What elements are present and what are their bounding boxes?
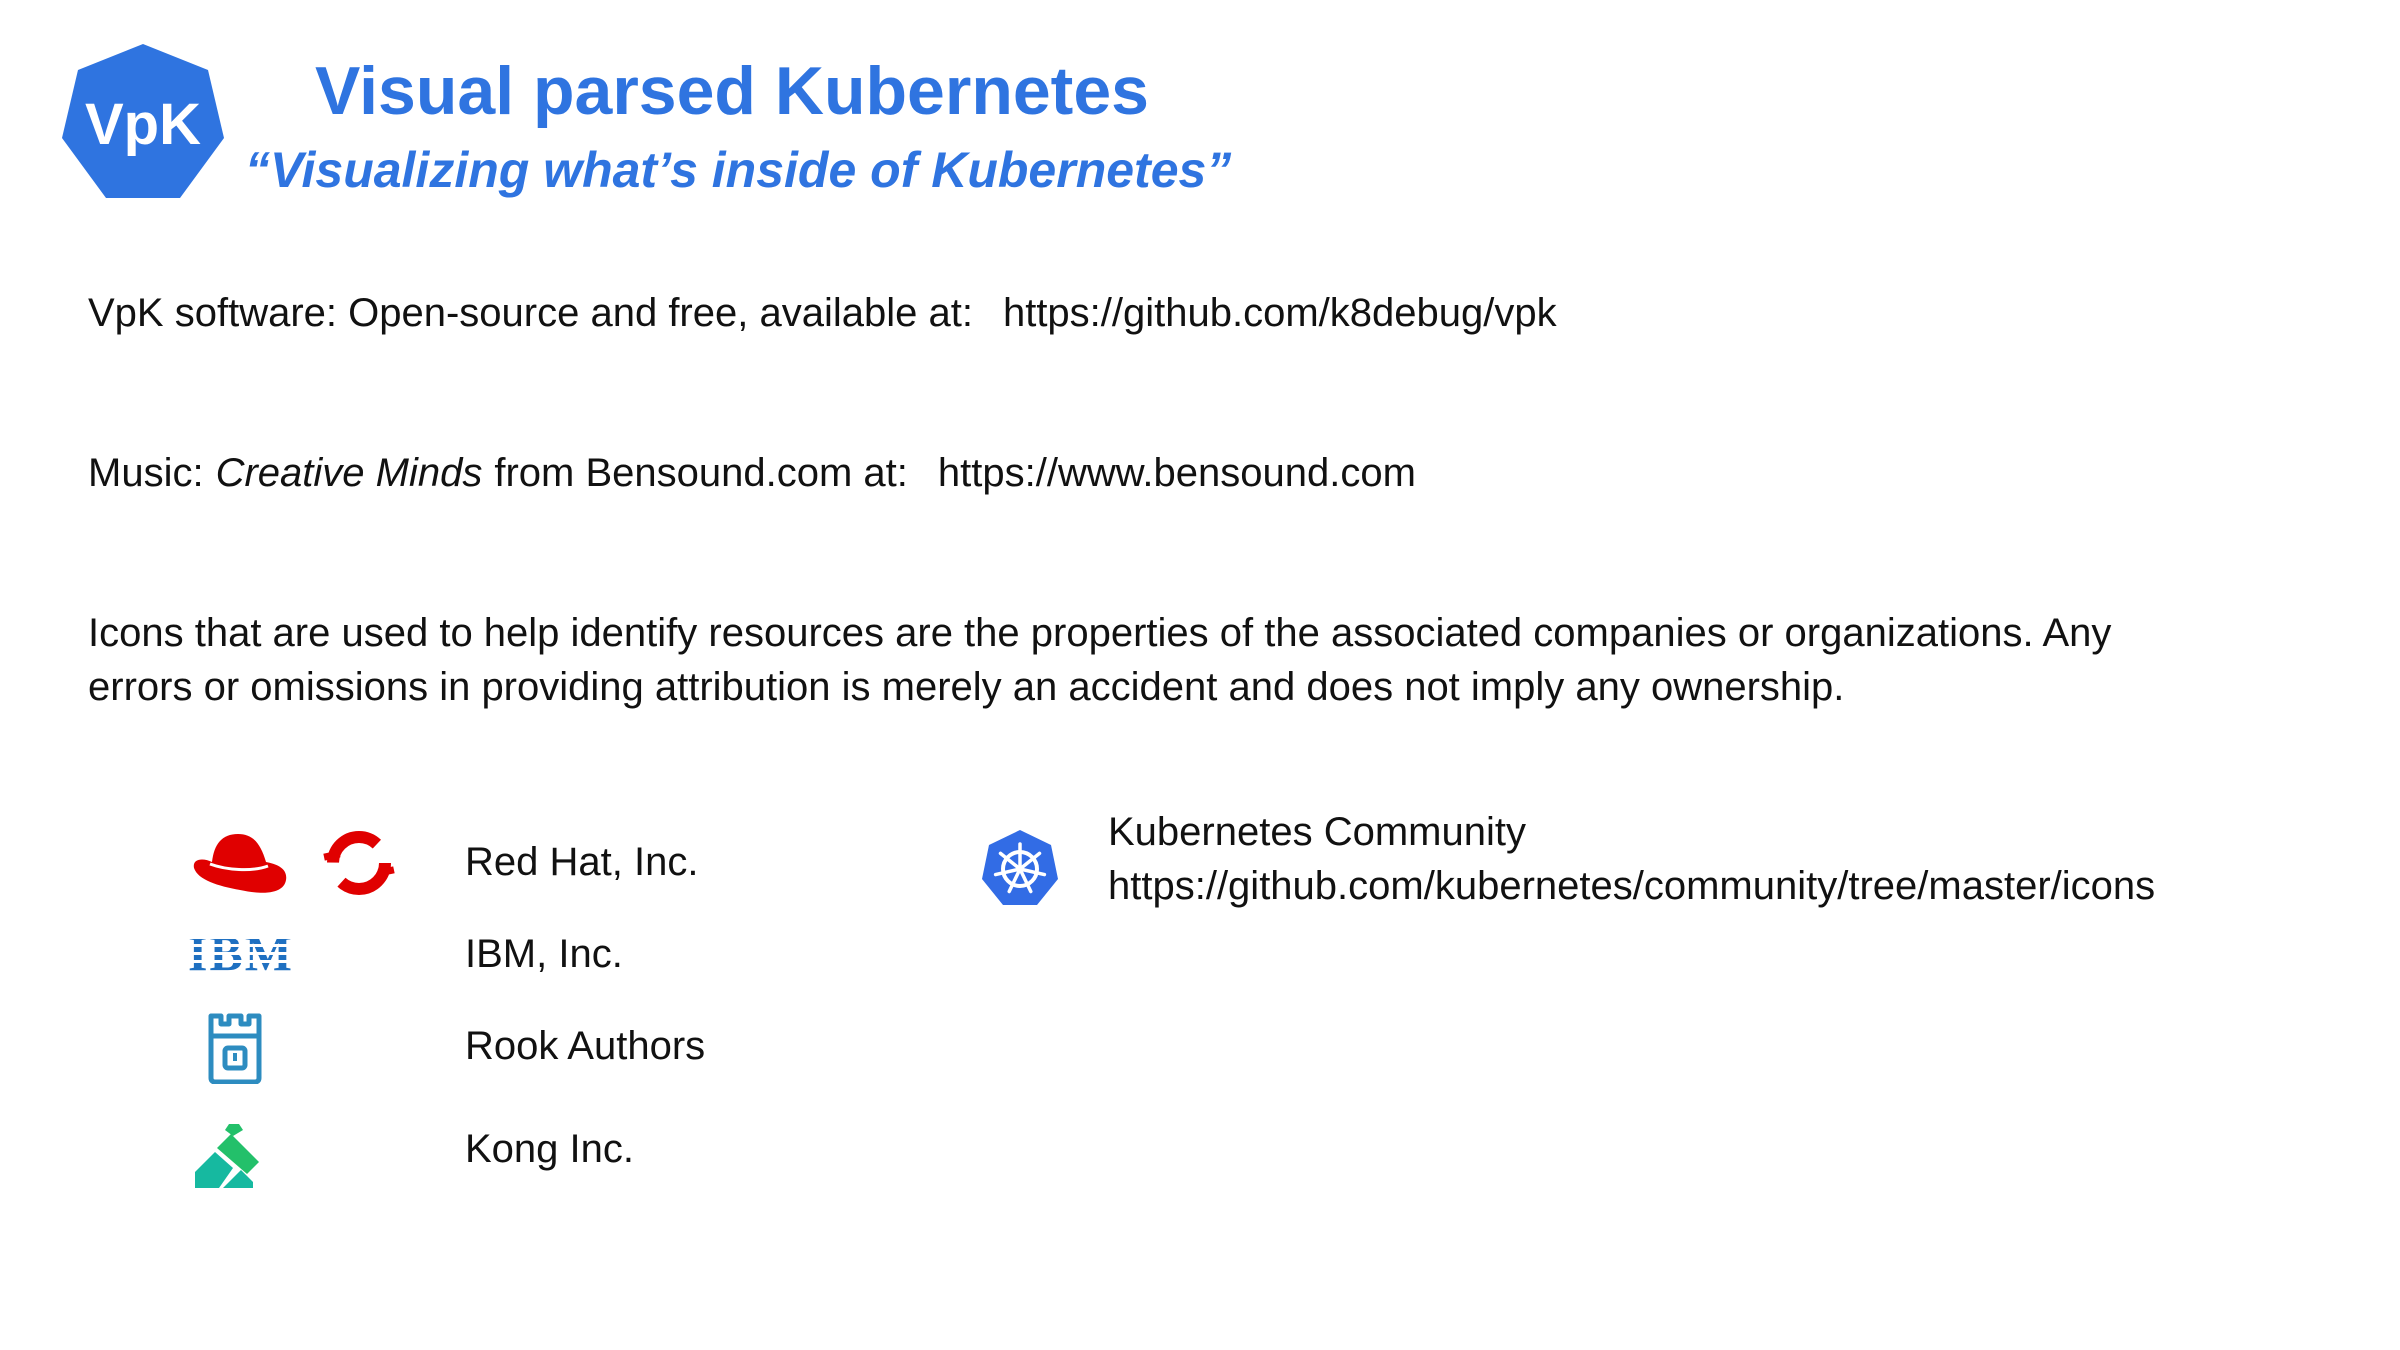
credit-label-kubernetes: Kubernetes Community: [1108, 810, 1526, 854]
logo-text: VpK: [85, 92, 201, 157]
music-title: Creative Minds: [215, 451, 483, 495]
software-line: VpK software: Open-source and free, avai…: [88, 287, 1557, 339]
music-prefix: Music:: [88, 451, 204, 495]
disclaimer-line-2: errors or omissions in providing attribu…: [88, 665, 1845, 709]
credit-label-kong: Kong Inc.: [465, 1127, 635, 1171]
red-hat-icon: [193, 834, 287, 893]
disclaimer-paragraph: Icons that are used to help identify res…: [88, 606, 2378, 714]
slide: VpK Visual parsed Kubernetes “Visualizin…: [0, 0, 2400, 1350]
music-url-link[interactable]: https://www.bensound.com: [938, 451, 1416, 495]
rook-icon: [208, 1013, 262, 1084]
kubernetes-credit: Kubernetes Community https://github.com/…: [1108, 805, 2155, 913]
ibm-icon: IBM: [185, 928, 297, 976]
kong-icon: [195, 1124, 259, 1188]
page-title: Visual parsed Kubernetes: [315, 53, 1149, 129]
vpk-logo-icon: VpK: [62, 44, 224, 198]
music-line: Music: Creative Minds from Bensound.com at…: [88, 447, 1416, 499]
kubernetes-url-link[interactable]: https://github.com/kubernetes/community/…: [1108, 859, 2155, 913]
openshift-icon: [323, 831, 395, 895]
disclaimer-line-1: Icons that are used to help identify res…: [88, 611, 2112, 655]
credit-label-ibm: IBM, Inc.: [465, 932, 623, 976]
kubernetes-icon: [982, 830, 1058, 905]
music-source: from Bensound.com at:: [494, 451, 908, 495]
page-subtitle: “Visualizing what’s inside of Kubernetes…: [245, 142, 1232, 198]
software-url-link[interactable]: https://github.com/k8debug/vpk: [1003, 291, 1557, 335]
credit-label-red-hat: Red Hat, Inc.: [465, 840, 699, 884]
credit-label-rook: Rook Authors: [465, 1024, 706, 1068]
software-label: VpK software: Open-source and free, avai…: [88, 291, 973, 335]
